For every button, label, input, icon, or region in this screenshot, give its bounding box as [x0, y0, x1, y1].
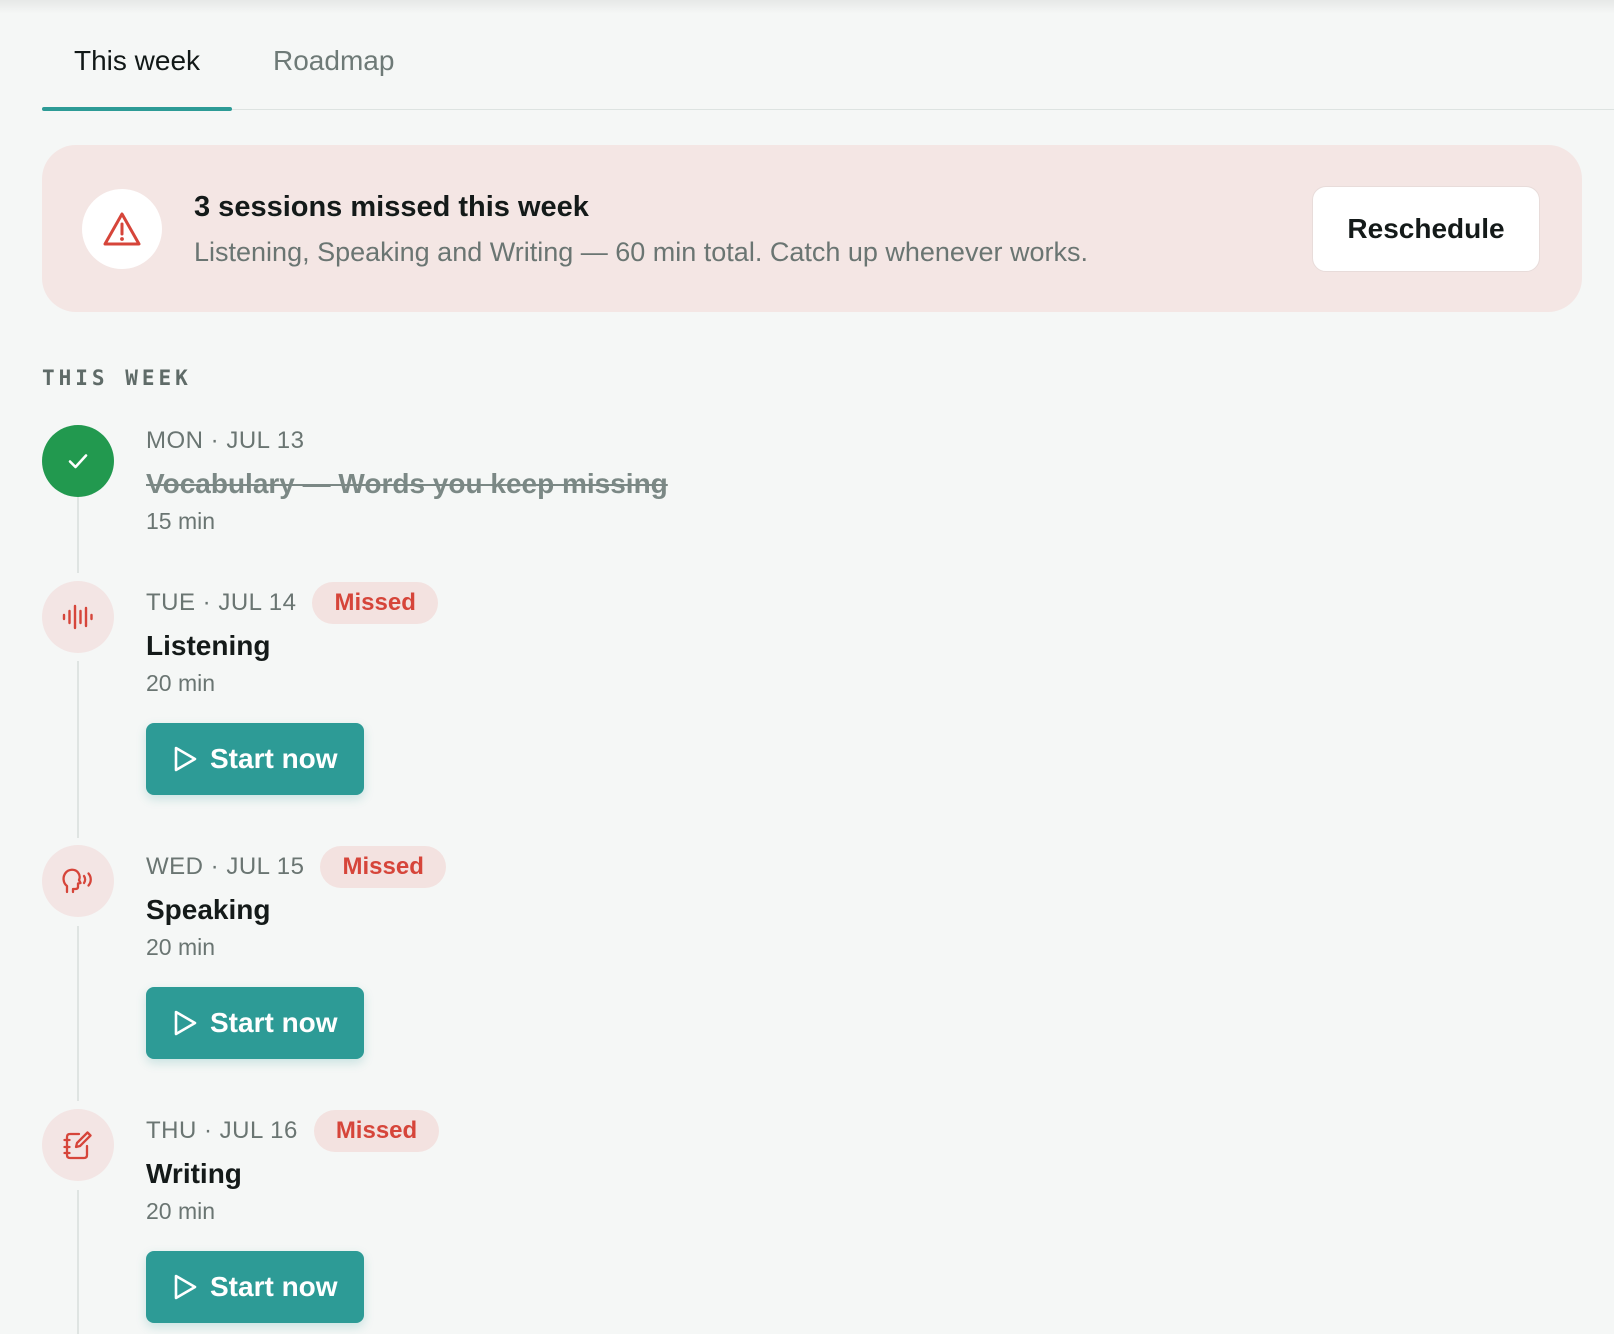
session-duration: 15 min	[146, 508, 216, 534]
session-item-mon: MON · JUL 13 Vocabulary — Words you keep…	[146, 420, 668, 535]
speaking-head-icon	[42, 845, 114, 917]
session-title: Speaking	[146, 894, 271, 925]
missed-badge: Missed	[312, 582, 438, 624]
session-item-wed: WED · JUL 15 Missed Speaking 20 min Star…	[146, 846, 446, 1059]
session-duration: 20 min	[146, 934, 216, 960]
start-now-label: Start now	[210, 743, 338, 774]
session-item-tue: TUE · JUL 14 Missed Listening 20 min Sta…	[146, 582, 438, 795]
timeline-connector	[77, 497, 79, 573]
plan-page: This week Roadmap 3 sessions missed this…	[42, 0, 1614, 1334]
session-day: THU · JUL 16	[146, 1117, 298, 1144]
check-icon	[42, 425, 114, 497]
session-title: Vocabulary — Words you keep missing	[146, 468, 668, 499]
play-icon	[174, 1274, 197, 1300]
start-now-label: Start now	[210, 1271, 338, 1302]
session-day: MON · JUL 13	[146, 427, 305, 454]
start-now-button[interactable]: Start now	[146, 1251, 364, 1323]
notepad-pen-icon	[42, 1109, 114, 1181]
start-now-label: Start now	[210, 1007, 338, 1038]
session-duration: 20 min	[146, 1198, 216, 1224]
session-duration: 20 min	[146, 670, 216, 696]
timeline-connector	[77, 926, 79, 1101]
session-day: TUE · JUL 14	[146, 589, 297, 616]
session-title: Writing	[146, 1158, 242, 1189]
session-title: Listening	[146, 630, 271, 661]
missed-badge: Missed	[313, 1110, 440, 1152]
play-icon	[174, 1010, 197, 1036]
play-icon	[174, 746, 197, 772]
timeline-connector	[77, 1190, 79, 1334]
timeline-connector	[77, 661, 79, 838]
missed-badge: Missed	[320, 846, 446, 888]
session-item-thu: THU · JUL 16 Missed Writing 20 min Start…	[146, 1110, 440, 1323]
session-timeline: MON · JUL 13 Vocabulary — Words you keep…	[42, 0, 1614, 1334]
audio-wave-icon	[42, 581, 114, 653]
session-day: WED · JUL 15	[146, 853, 305, 880]
start-now-button[interactable]: Start now	[146, 723, 364, 795]
start-now-button[interactable]: Start now	[146, 987, 364, 1059]
